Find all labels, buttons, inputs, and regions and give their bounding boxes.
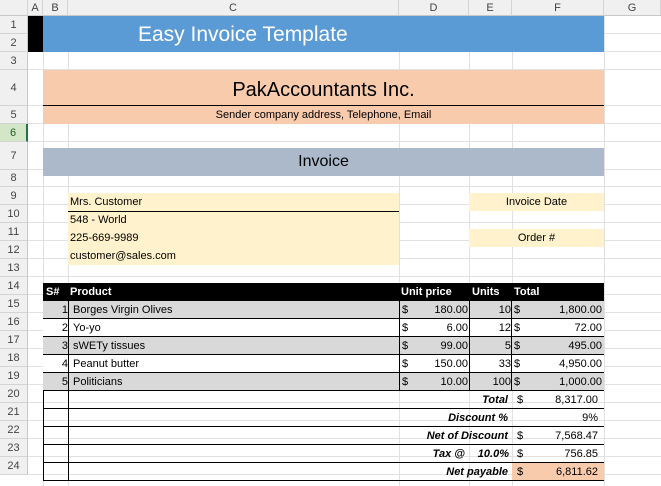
row-units: 33 [498, 358, 511, 370]
row-header-2[interactable]: 2 [0, 34, 28, 52]
row-header-17[interactable]: 17 [0, 331, 28, 349]
row-total: 72.00 [574, 322, 602, 334]
table-header: S# Product Unit price Units Total [43, 283, 604, 301]
company-name-band: PakAccountants Inc. [43, 70, 604, 106]
customer-phone[interactable]: 225-669-9989 [70, 232, 139, 244]
title-band: Easy Invoice Template [43, 16, 604, 52]
customer-email[interactable]: customer@sales.com [70, 250, 176, 262]
customer-address[interactable]: 548 - World [70, 214, 127, 226]
total-label: Total [482, 394, 508, 406]
row-product: Peanut butter [73, 358, 140, 370]
row-header-4[interactable]: 4 [0, 70, 28, 106]
total-value: 8,317.00 [555, 394, 598, 406]
column-header-c[interactable]: C [68, 0, 399, 16]
row-sn: 1 [61, 304, 68, 316]
row-header-19[interactable]: 19 [0, 367, 28, 385]
row-total: 495.00 [568, 340, 602, 352]
row-unit-price: 180.00 [434, 304, 468, 316]
row-product: Borges Virgin Olives [73, 304, 173, 316]
column-sn-header: S# [46, 286, 60, 298]
column-header-b[interactable]: B [43, 0, 68, 16]
row-header-1[interactable]: 1 [0, 16, 28, 34]
row-header-12[interactable]: 12 [0, 241, 28, 259]
row-units: 100 [492, 376, 511, 388]
tax-value: 756.85 [564, 448, 598, 460]
discount-value: 9% [582, 412, 598, 424]
row-total: 1,800.00 [559, 304, 602, 316]
invoice-date-label-cell[interactable]: Invoice Date [469, 193, 604, 211]
column-header-e[interactable]: E [469, 0, 512, 16]
column-header-f[interactable]: F [512, 0, 604, 16]
row-header-7[interactable]: 7 [0, 142, 28, 170]
row-header-10[interactable]: 10 [0, 205, 28, 223]
row-product: sWETy tissues [73, 340, 146, 352]
select-all-corner[interactable] [0, 0, 28, 16]
row-header-11[interactable]: 11 [0, 223, 28, 241]
row-units: 5 [504, 340, 511, 352]
invoice-heading-band: Invoice [43, 148, 604, 176]
row-header-5[interactable]: 5 [0, 106, 28, 124]
column-total-header: Total [514, 286, 540, 298]
row-header-15[interactable]: 15 [0, 295, 28, 313]
row-sn: 3 [61, 340, 68, 352]
row-header-18[interactable]: 18 [0, 349, 28, 367]
net-of-discount-value: 7,568.47 [555, 430, 598, 442]
tax-rate[interactable]: 10.0% [469, 448, 509, 460]
row-header-21[interactable]: 21 [0, 403, 28, 421]
row-header-3[interactable]: 3 [0, 52, 28, 70]
row-unit-price: 6.00 [446, 322, 468, 334]
column-a-marker [28, 16, 43, 52]
invoice-heading: Invoice [298, 153, 349, 170]
company-details: Sender company address, Telephone, Email [215, 109, 432, 121]
row-unit-price: 150.00 [434, 358, 468, 370]
row-total: 4,950.00 [559, 358, 602, 370]
column-product-header: Product [70, 286, 112, 298]
row-product: Yo-yo [73, 322, 101, 334]
column-header-d[interactable]: D [399, 0, 469, 16]
net-of-discount-label: Net of Discount [426, 430, 508, 442]
row-unit-price: 99.00 [440, 340, 468, 352]
row-sn: 4 [61, 358, 68, 370]
customer-name[interactable]: Mrs. Customer [70, 196, 142, 208]
column-units-header: Units [472, 286, 500, 298]
row-product: Politicians [73, 376, 123, 388]
row-units: 12 [498, 322, 511, 334]
invoice-template-title: Easy Invoice Template [138, 23, 348, 46]
company-details-band: Sender company address, Telephone, Email [43, 106, 604, 124]
column-header-a[interactable]: A [28, 0, 43, 16]
discount-label: Discount % [448, 412, 508, 424]
column-unit-price-header: Unit price [401, 286, 452, 298]
row-total: 1,000.00 [559, 376, 602, 388]
row-header-23[interactable]: 23 [0, 439, 28, 457]
row-header-20[interactable]: 20 [0, 385, 28, 403]
column-header-g[interactable]: G [604, 0, 661, 16]
invoice-date-label: Invoice Date [505, 196, 568, 208]
order-label-cell[interactable]: Order # [469, 229, 604, 247]
order-number-label: Order # [517, 232, 556, 244]
table-row[interactable]: 4 Peanut butter $150.00 33 $4,950.00 [43, 355, 604, 373]
row-header-14[interactable]: 14 [0, 277, 28, 295]
row-header-8[interactable]: 8 [0, 170, 28, 187]
table-row[interactable]: 5 Politicians $10.00 100 $1,000.00 [43, 373, 604, 391]
spreadsheet: A B C D E F G 1 2 3 4 5 6 7 8 9 10 11 12 13 14 15 16 17 1… [0, 0, 661, 486]
row-header-9[interactable]: 9 [0, 187, 28, 205]
company-name: PakAccountants Inc. [232, 79, 415, 101]
row-unit-price: 10.00 [440, 376, 468, 388]
row-header-24[interactable]: 24 [0, 457, 28, 475]
net-payable-label: Net payable [446, 466, 508, 478]
row-header-16[interactable]: 16 [0, 313, 28, 331]
table-row[interactable]: 1 Borges Virgin Olives $180.00 10 $1,800.00 [43, 301, 604, 319]
row-units: 10 [498, 304, 511, 316]
table-row[interactable]: 2 Yo-yo $6.00 12 $72.00 [43, 319, 604, 337]
row-sn: 5 [61, 376, 68, 388]
table-row[interactable]: 3 sWETy tissues $99.00 5 $495.00 [43, 337, 604, 355]
row-header-22[interactable]: 22 [0, 421, 28, 439]
row-sn: 2 [61, 322, 68, 334]
row-header-13[interactable]: 13 [0, 259, 28, 277]
row-header-6[interactable]: 6 [0, 124, 28, 142]
tax-label: Tax @ [432, 448, 465, 460]
net-payable-value: 6,811.62 [555, 466, 598, 478]
